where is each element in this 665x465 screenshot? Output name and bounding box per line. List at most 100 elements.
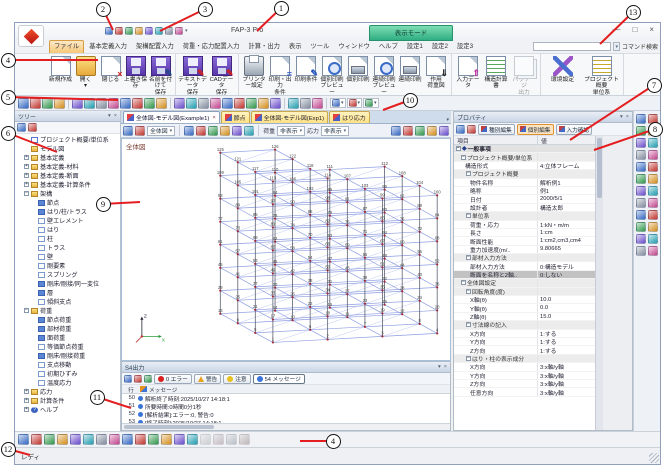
copy-icon[interactable]: [83, 434, 94, 445]
tree-item[interactable]: −荷重: [15, 306, 120, 315]
zoom-out-icon[interactable]: [234, 98, 245, 109]
visibility-checkbox-icon[interactable]: [38, 254, 45, 260]
collapse-icon[interactable]: −: [461, 280, 466, 285]
visibility-checkbox-icon[interactable]: [38, 218, 45, 224]
message-hscrollbar[interactable]: [122, 423, 450, 430]
visibility-checkbox-icon[interactable]: [38, 371, 45, 377]
check-model-icon[interactable]: [187, 434, 198, 445]
open-button[interactable]: 開く ▾: [73, 55, 98, 90]
menu-tab-11[interactable]: 設定3: [453, 41, 477, 53]
tree-item[interactable]: モデル図: [15, 144, 120, 153]
tree-item[interactable]: 壁: [15, 252, 120, 261]
collapse-icon[interactable]: −: [466, 289, 471, 294]
node-edit-icon[interactable]: [636, 126, 646, 136]
calc-run-icon[interactable]: [648, 234, 658, 244]
tree-item[interactable]: 柱: [15, 234, 120, 243]
tree-item[interactable]: スプリング: [15, 270, 120, 279]
tree-item[interactable]: 層: [15, 288, 120, 297]
view-set-icon[interactable]: [636, 234, 646, 244]
frame-window-icon[interactable]: [18, 98, 29, 109]
group-icon[interactable]: [226, 434, 237, 445]
property-row[interactable]: Z方向1:する: [454, 346, 595, 354]
tree-item[interactable]: 温度応力: [15, 378, 120, 387]
rigid-floor-icon[interactable]: [636, 198, 646, 208]
slab-icon[interactable]: [648, 150, 658, 160]
visibility-checkbox-icon[interactable]: [38, 326, 45, 332]
property-row[interactable]: 断面性能1:cm2,cm3,cm4: [454, 237, 595, 245]
visibility-checkbox-icon[interactable]: [38, 290, 45, 296]
maximize-view-icon[interactable]: [439, 126, 449, 136]
tree-item[interactable]: はり: [15, 225, 120, 234]
visibility-checkbox-icon[interactable]: [38, 245, 45, 251]
tree-item[interactable]: 支点移動: [15, 360, 120, 369]
redraw-icon[interactable]: [135, 126, 145, 136]
story-icon[interactable]: [648, 198, 658, 208]
resize-grip[interactable]: [649, 453, 659, 463]
tree-expander-icon[interactable]: +: [24, 389, 29, 394]
grid-icon[interactable]: [198, 98, 209, 109]
output-dropdown-icon[interactable]: ▾: [438, 364, 441, 370]
collapse-icon[interactable]: −: [466, 322, 471, 327]
save-message-icon[interactable]: [134, 375, 142, 383]
applied-load-diagram-button[interactable]: ⇓作用 荷重図: [423, 55, 449, 90]
model-canvas[interactable]: 全体図 123456789101112131415161718192021222…: [121, 138, 451, 361]
print-view-icon[interactable]: [288, 98, 299, 109]
tree-expander-icon[interactable]: +: [24, 164, 29, 169]
forward-icon[interactable]: [467, 125, 476, 134]
copy-message-icon[interactable]: [124, 375, 132, 383]
graph-x-icon[interactable]: [196, 126, 206, 136]
app-logo[interactable]: [18, 25, 44, 47]
measure-icon[interactable]: [161, 434, 172, 445]
tab-overflow-icon[interactable]: ▾: [446, 117, 449, 123]
section-icon[interactable]: [156, 98, 167, 109]
tree-item[interactable]: 剛要素: [15, 261, 120, 270]
error-filter-button[interactable]: 0 エラー: [154, 374, 192, 384]
stress-display-select[interactable]: 非表示▾: [321, 126, 349, 136]
message-hscrollbar-thumb[interactable]: [124, 425, 214, 429]
command-search-input[interactable]: [533, 42, 611, 51]
tree-expander-icon[interactable]: +: [24, 173, 29, 178]
tree-item[interactable]: 剛床/剛接/同一変位: [15, 279, 120, 288]
visibility-checkbox-icon[interactable]: [38, 344, 45, 350]
member-color-icon[interactable]: ▾: [330, 98, 346, 108]
collapse-all-icon[interactable]: [17, 123, 26, 132]
property-row[interactable]: −全体図設定: [454, 279, 595, 287]
number-display-icon[interactable]: [186, 98, 197, 109]
visibility-checkbox-icon[interactable]: [38, 317, 45, 323]
property-row[interactable]: 設計者構造太郎: [454, 204, 595, 212]
visibility-checkbox-icon[interactable]: [38, 272, 45, 278]
collapse-icon[interactable]: −: [461, 155, 466, 160]
paste-icon[interactable]: [175, 27, 183, 35]
menu-tab-5[interactable]: 表示: [285, 41, 306, 53]
undo-icon[interactable]: [135, 27, 143, 35]
load-display-icon[interactable]: [120, 98, 131, 109]
property-row[interactable]: 略称例1: [454, 187, 595, 195]
collapse-icon[interactable]: −: [466, 171, 471, 176]
node-color-icon[interactable]: [349, 99, 357, 107]
project-summary-units-button[interactable]: プロジェクト概要 単位系: [582, 55, 621, 96]
load-display-select[interactable]: 非表示▾: [277, 126, 305, 136]
member-display-icon[interactable]: [96, 98, 107, 109]
tree-item[interactable]: 壁エレメント: [15, 216, 120, 225]
tree-item[interactable]: トラス: [15, 243, 120, 252]
tree-expander-icon[interactable]: +: [24, 182, 29, 187]
member-color-icon[interactable]: [332, 99, 340, 107]
wall-icon[interactable]: [636, 150, 646, 160]
divide-icon[interactable]: [122, 434, 133, 445]
close-file-button[interactable]: ×閉じる: [98, 55, 123, 83]
node-color-icon[interactable]: ▾: [347, 98, 363, 108]
tree-item[interactable]: 節点荷重: [15, 315, 120, 324]
save-button[interactable]: 上書き保存: [123, 55, 148, 90]
table-blue-icon[interactable]: [427, 126, 437, 136]
property-row[interactable]: 断面を名称と2軸..0:しない: [454, 271, 595, 279]
print-cond-button[interactable]: ✎印刷条件: [293, 55, 319, 83]
visibility-checkbox-icon[interactable]: [38, 299, 45, 305]
support-icon[interactable]: [636, 162, 646, 172]
property-vscrollbar-thumb[interactable]: [597, 138, 602, 198]
save-as-button[interactable]: ✎名前を付けて 保存: [148, 55, 173, 96]
clear-message-icon[interactable]: [144, 375, 152, 383]
tree-item[interactable]: プロジェクト概要/単位系: [15, 135, 120, 144]
visibility-checkbox-icon[interactable]: [38, 353, 45, 359]
select-icon[interactable]: [18, 434, 29, 445]
zoom-in-icon[interactable]: [222, 98, 233, 109]
